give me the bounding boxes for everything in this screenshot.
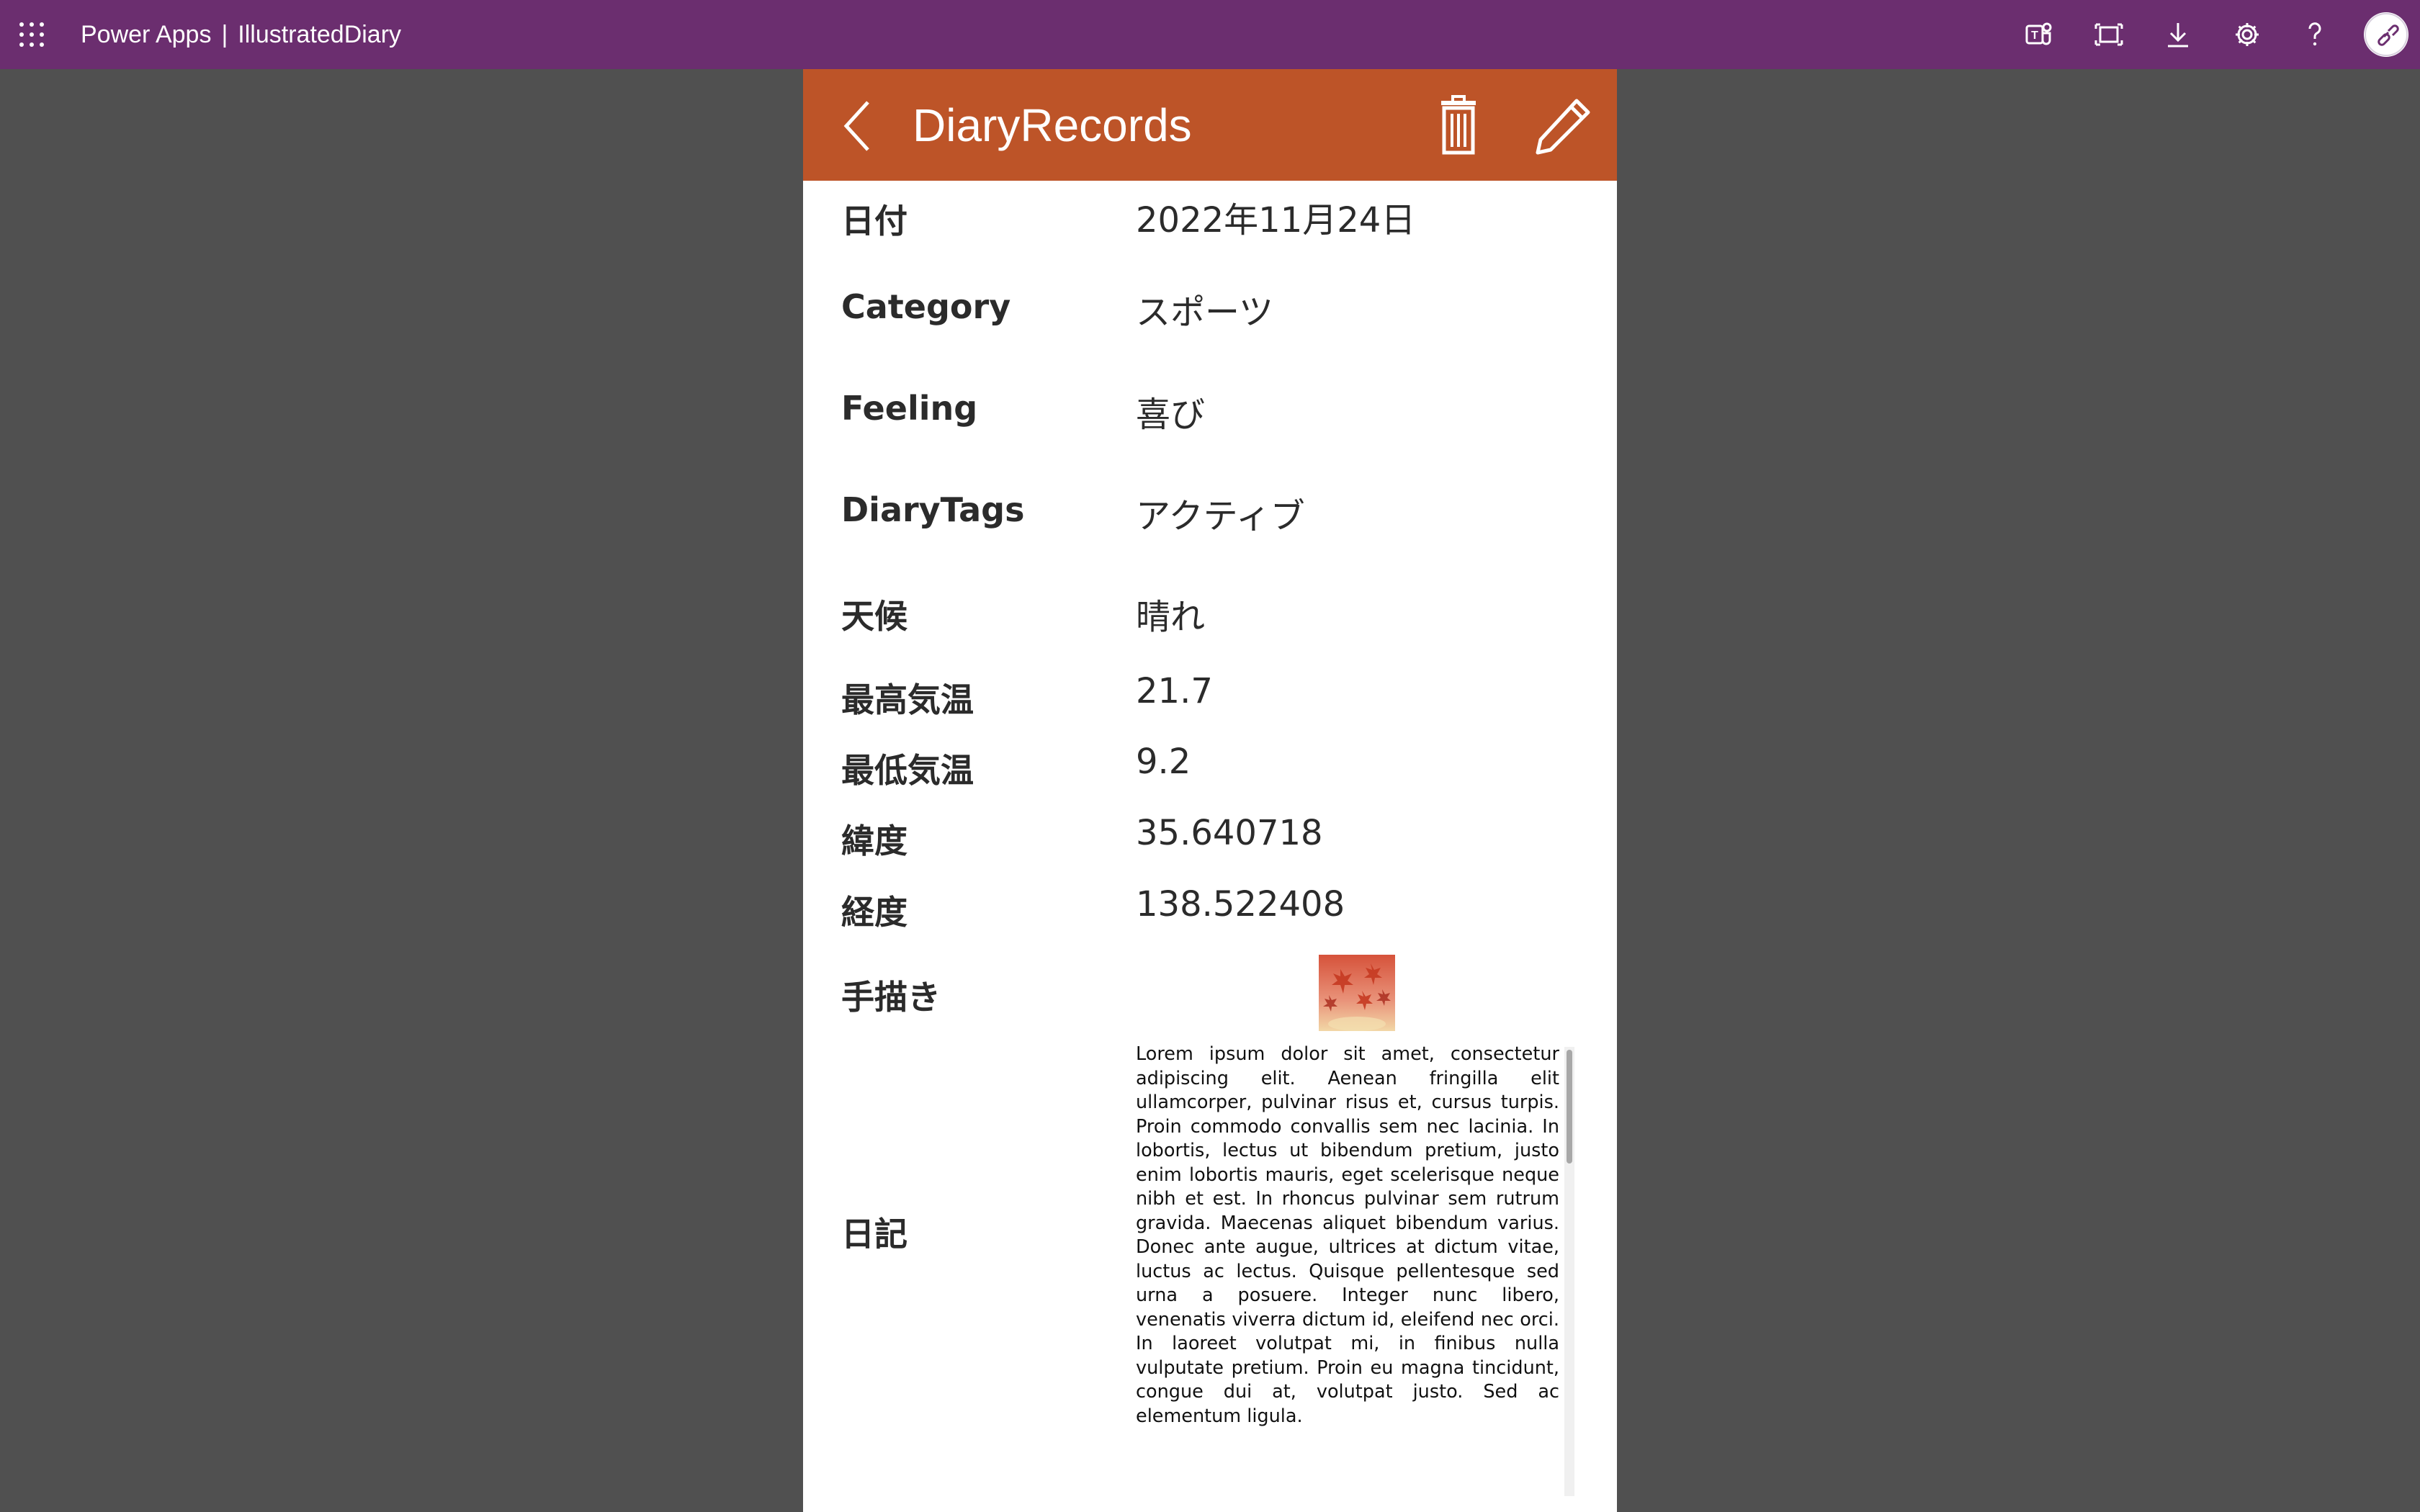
- power-apps-top-bar: Power Apps | IllustratedDiary T: [0, 0, 2420, 69]
- avatar[interactable]: [2364, 12, 2408, 57]
- date-label: 日付: [841, 202, 908, 240]
- help-icon[interactable]: [2298, 17, 2332, 52]
- screen-title: DiaryRecords: [913, 99, 1192, 151]
- diary-tags-value: アクティブ: [1136, 496, 1305, 536]
- min-temp-value: 9.2: [1136, 742, 1191, 782]
- feeling-value: 喜び: [1136, 395, 1206, 435]
- app-title: Power Apps | IllustratedDiary: [81, 17, 401, 52]
- waffle-icon[interactable]: [19, 22, 45, 48]
- teams-icon[interactable]: T: [2021, 17, 2056, 52]
- trash-icon[interactable]: [1430, 95, 1487, 156]
- drawing-image: [1319, 955, 1395, 1031]
- feeling-label: Feeling: [841, 389, 978, 428]
- screen-header: DiaryRecords: [803, 69, 1617, 181]
- diary-scrollbar-thumb[interactable]: [1567, 1050, 1572, 1164]
- diary-text-box[interactable]: Lorem ipsum dolor sit amet, consectetur …: [1136, 1043, 1569, 1495]
- svg-text:T: T: [2031, 30, 2038, 42]
- category-value: スポーツ: [1136, 292, 1274, 333]
- diary-text: Lorem ipsum dolor sit amet, consectetur …: [1136, 1043, 1559, 1427]
- longitude-label: 経度: [841, 893, 908, 932]
- pencil-icon[interactable]: [1531, 95, 1592, 156]
- drawing-label: 手描き: [841, 978, 941, 1017]
- diary-label: 日記: [841, 1215, 908, 1254]
- latitude-label: 緯度: [841, 822, 908, 860]
- longitude-value: 138.522408: [1136, 884, 1345, 924]
- max-temp-label: 最高気温: [841, 680, 974, 719]
- category-label: Category: [841, 287, 1011, 326]
- min-temp-label: 最低気温: [841, 751, 974, 790]
- app-name: IllustratedDiary: [238, 21, 402, 48]
- back-icon[interactable]: [839, 98, 878, 154]
- weather-label: 天候: [841, 597, 908, 636]
- weather-value: 晴れ: [1136, 597, 1206, 637]
- settings-icon[interactable]: [2230, 17, 2264, 52]
- diary-scrollbar[interactable]: [1564, 1047, 1574, 1496]
- latitude-value: 35.640718: [1136, 813, 1323, 853]
- title-separator: |: [221, 21, 228, 48]
- max-temp-value: 21.7: [1136, 671, 1213, 711]
- app-canvas: DiaryRecords 日付 2022年11月24日 Category スポー…: [803, 69, 1617, 1512]
- download-icon[interactable]: [2161, 17, 2195, 52]
- diary-tags-label: DiaryTags: [841, 490, 1025, 529]
- product-name: Power Apps: [81, 21, 212, 48]
- date-value: 2022年11月24日: [1136, 200, 1416, 240]
- fit-screen-icon[interactable]: [2092, 17, 2126, 52]
